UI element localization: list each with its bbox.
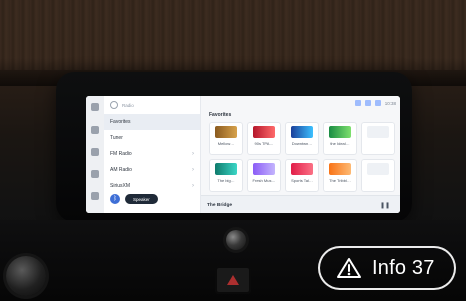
sidebar-menu: Favorites Tuner FM Radio › AM Radio › Si… xyxy=(104,114,200,194)
left-rail xyxy=(86,96,105,213)
favorite-station-card-empty[interactable] xyxy=(361,122,395,155)
menu-item-fm-radio[interactable]: FM Radio › xyxy=(104,146,200,162)
favorite-station-card[interactable]: Mellow… xyxy=(209,122,243,155)
rail-icon-2[interactable] xyxy=(91,126,99,134)
now-playing-title: The Bridge xyxy=(207,202,233,208)
info-badge: Info 37 xyxy=(318,246,456,290)
menu-item-tuner[interactable]: Tuner xyxy=(104,130,200,146)
volume-knob xyxy=(226,230,246,250)
station-name: Fresh Mus… xyxy=(252,178,276,183)
status-bar: 10:38 xyxy=(201,96,400,110)
clock-time: 10:38 xyxy=(384,100,396,106)
favorite-station-card-empty[interactable] xyxy=(361,159,395,192)
hazard-triangle-icon xyxy=(227,275,239,285)
radio-sidebar: Radio Favorites Tuner FM Radio › AM Radi… xyxy=(104,96,201,213)
menu-item-label: FM Radio xyxy=(110,151,132,157)
info-label: Info 37 xyxy=(372,256,435,279)
sidebar-title: Radio xyxy=(122,102,134,108)
station-logo xyxy=(253,163,275,175)
menu-item-siriusxm[interactable]: SiriusXM › xyxy=(104,178,200,194)
station-name: Sports Tal… xyxy=(291,178,313,183)
station-logo xyxy=(215,163,237,175)
favorites-panel: 10:38 Favorites Mellow… 90s TPA… Downtwn… xyxy=(201,96,400,213)
station-name: Mellow… xyxy=(217,141,235,146)
station-logo xyxy=(329,163,351,175)
menu-item-label: Tuner xyxy=(110,135,123,141)
favorite-station-card[interactable]: The Tribbl… xyxy=(323,159,357,192)
station-logo xyxy=(367,163,389,175)
menu-item-label: AM Radio xyxy=(110,167,132,173)
speaker-button[interactable]: Speaker xyxy=(125,194,158,204)
station-name: The Tribbl… xyxy=(329,178,351,183)
favorite-station-card[interactable]: Fresh Mus… xyxy=(247,159,281,192)
back-icon[interactable] xyxy=(110,101,118,109)
station-logo xyxy=(253,126,275,138)
chevron-right-icon: › xyxy=(192,183,194,189)
rail-icon-5[interactable] xyxy=(91,192,99,200)
bluetooth-icon[interactable]: ᛒ xyxy=(110,194,120,204)
station-logo xyxy=(291,163,313,175)
rail-icon-1[interactable] xyxy=(91,103,99,111)
warning-triangle-icon xyxy=(337,258,361,278)
station-logo xyxy=(367,126,389,138)
battery-icon xyxy=(374,100,381,106)
menu-item-am-radio[interactable]: AM Radio › xyxy=(104,162,200,178)
station-logo xyxy=(291,126,313,138)
favorite-station-card[interactable]: Downtwn… xyxy=(285,122,319,155)
chevron-right-icon: › xyxy=(192,167,194,173)
signal-icon xyxy=(354,100,361,106)
menu-item-favorites[interactable]: Favorites xyxy=(104,114,200,130)
rail-icon-4[interactable] xyxy=(91,170,99,178)
station-logo xyxy=(215,126,237,138)
rail-icon-3[interactable] xyxy=(91,148,99,156)
hazard-switch xyxy=(215,266,251,294)
menu-item-label: SiriusXM xyxy=(110,183,131,189)
section-title: Favorites xyxy=(209,112,232,118)
menu-item-label: Favorites xyxy=(110,119,131,125)
wifi-icon xyxy=(364,100,371,106)
station-name: The big… xyxy=(217,178,235,183)
chevron-right-icon: › xyxy=(192,151,194,157)
favorites-grid: Mellow… 90s TPA… Downtwn… the Ideal… The… xyxy=(209,122,395,192)
speaker-button-label: Speaker xyxy=(133,196,150,202)
station-logo xyxy=(329,126,351,138)
favorite-station-card[interactable]: Sports Tal… xyxy=(285,159,319,192)
sidebar-header: Radio xyxy=(110,100,194,110)
favorite-station-card[interactable]: The big… xyxy=(209,159,243,192)
left-dial xyxy=(6,256,46,296)
favorite-station-card[interactable]: the Ideal… xyxy=(323,122,357,155)
infotainment-screen: Radio Favorites Tuner FM Radio › AM Radi… xyxy=(86,96,400,213)
station-name: Downtwn… xyxy=(291,141,313,146)
pause-icon[interactable]: ❚❚ xyxy=(380,202,390,209)
now-playing-bar[interactable]: The Bridge ❚❚ xyxy=(201,195,400,213)
favorite-station-card[interactable]: 90s TPA… xyxy=(247,122,281,155)
car-interior-photo: Radio Favorites Tuner FM Radio › AM Radi… xyxy=(0,0,466,301)
station-name: the Ideal… xyxy=(330,141,350,146)
station-name: 90s TPA… xyxy=(254,141,274,146)
sidebar-bottom: ᛒ Speaker xyxy=(110,194,158,204)
